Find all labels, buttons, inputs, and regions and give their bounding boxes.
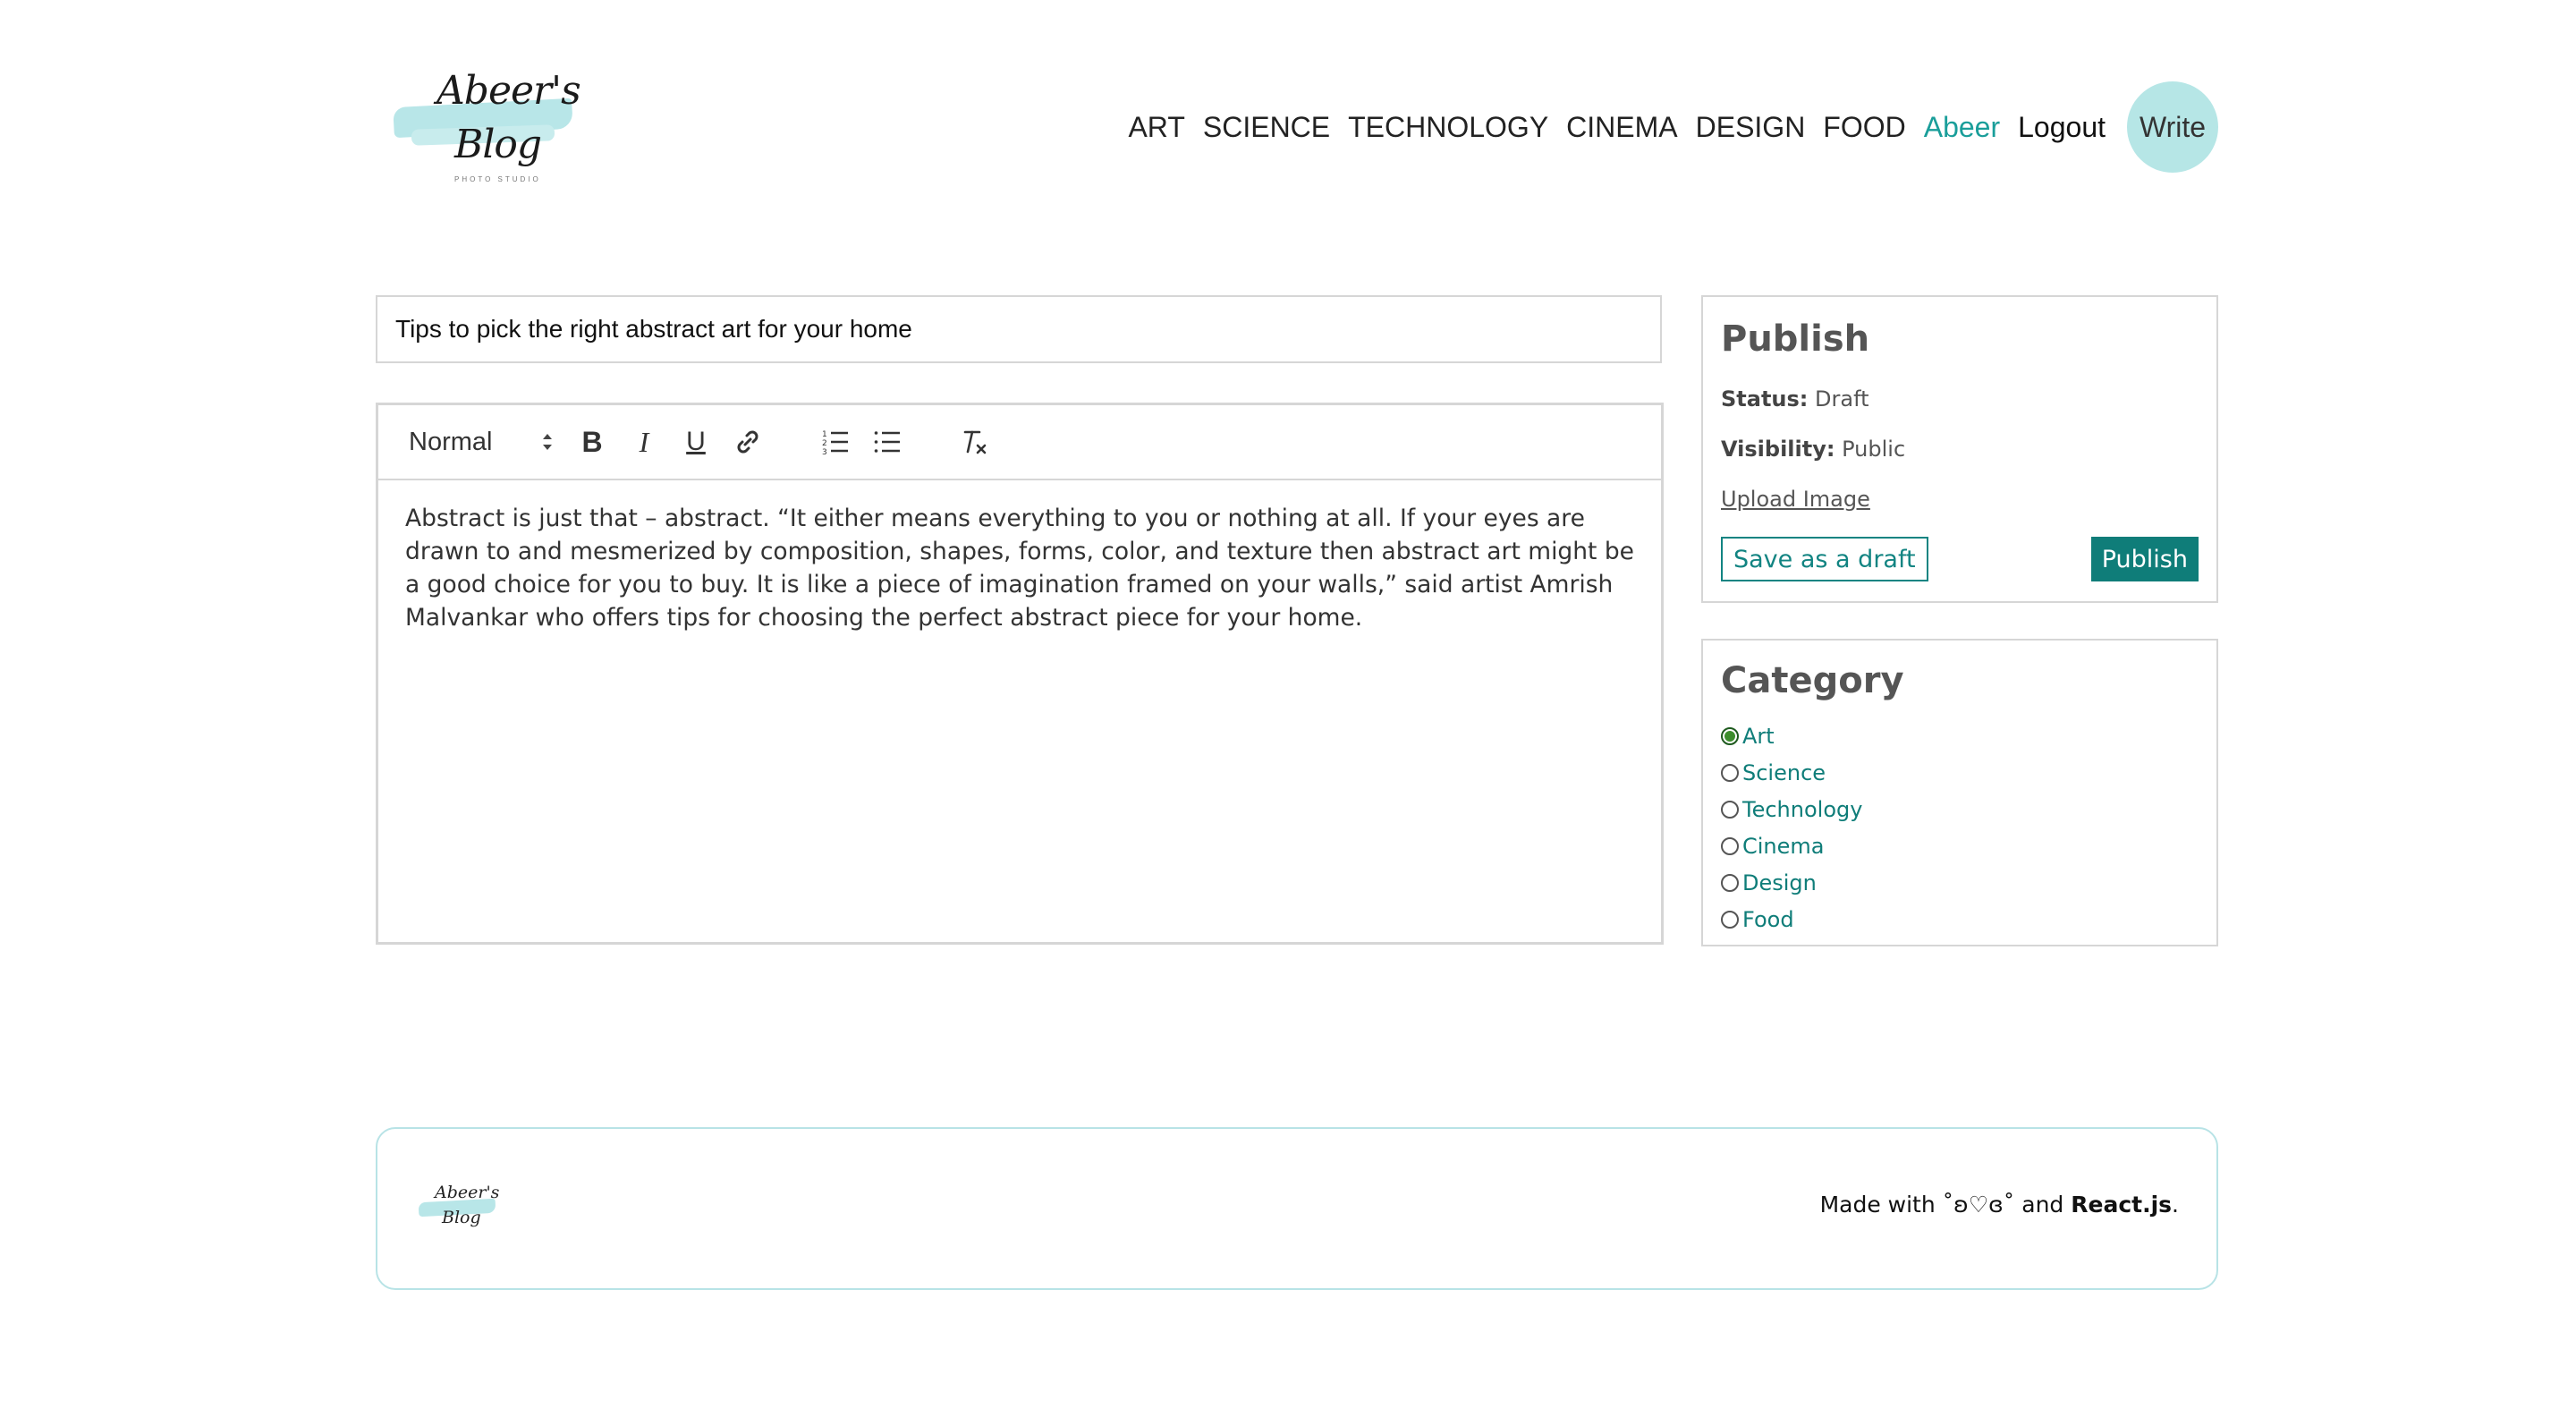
logo-tagline: PHOTO STUDIO <box>454 175 541 183</box>
category-heading: Category <box>1721 660 1904 701</box>
nav-link-science[interactable]: SCIENCE <box>1203 111 1330 144</box>
status-line: Status: Draft <box>1721 386 1869 412</box>
blog-logo[interactable]: Abeer's Blog PHOTO STUDIO <box>385 63 581 197</box>
category-label: Food <box>1742 906 1794 932</box>
nav-link-design[interactable]: DESIGN <box>1696 111 1806 144</box>
category-list: Art Science Technology Cinema Design Foo… <box>1721 717 1862 938</box>
visibility-label: Visibility: <box>1721 437 1835 462</box>
nav-link-cinema[interactable]: CINEMA <box>1566 111 1677 144</box>
category-label: Technology <box>1742 796 1863 822</box>
editor-toolbar: Normal B I U 1 2 3 <box>378 405 1661 480</box>
category-option-science[interactable]: Science <box>1721 754 1862 791</box>
bold-icon[interactable]: B <box>566 420 618 464</box>
clear-format-icon[interactable] <box>949 420 1001 464</box>
publish-heading: Publish <box>1721 318 1870 360</box>
and-text: and <box>2021 1192 2064 1218</box>
svg-text:2: 2 <box>822 439 827 448</box>
category-option-art[interactable]: Art <box>1721 717 1862 754</box>
footer-logo: Abeer's Blog <box>418 1181 500 1243</box>
post-title-input[interactable] <box>376 295 1662 363</box>
bullet-list-icon[interactable] <box>861 420 913 464</box>
react-text: React.js <box>2071 1192 2173 1218</box>
italic-icon[interactable]: I <box>618 420 670 464</box>
footer-period: . <box>2172 1192 2179 1218</box>
category-label: Design <box>1742 870 1817 895</box>
nav-user-link[interactable]: Abeer <box>1924 111 2000 144</box>
radio-button[interactable] <box>1721 763 1739 782</box>
radio-button[interactable] <box>1721 910 1739 929</box>
radio-button[interactable] <box>1721 836 1739 855</box>
category-option-food[interactable]: Food <box>1721 901 1862 938</box>
status-label: Status: <box>1721 386 1809 412</box>
footer: Abeer's Blog Made with ˚ʚ♡ɞ˚ and React.j… <box>376 1127 2218 1290</box>
category-option-technology[interactable]: Technology <box>1721 791 1862 827</box>
underline-icon[interactable]: U <box>670 420 722 464</box>
logo-text-line2: Blog <box>454 122 542 167</box>
category-panel: Category Art Science Technology Cinema D… <box>1701 639 2218 946</box>
navbar: Abeer's Blog PHOTO STUDIO ART SCIENCE TE… <box>376 63 2218 197</box>
footer-credit: Made with ˚ʚ♡ɞ˚ and React.js. <box>1820 1192 2179 1218</box>
format-select[interactable]: Normal <box>409 428 566 457</box>
select-arrows-icon <box>541 432 554 452</box>
nav-link-technology[interactable]: TECHNOLOGY <box>1348 111 1548 144</box>
made-with-text: Made with <box>1819 1192 1936 1218</box>
status-value: Draft <box>1815 386 1869 412</box>
editor-content[interactable]: Abstract is just that – abstract. “It ei… <box>378 480 1661 656</box>
category-label: Art <box>1742 723 1775 749</box>
heart-emoticon: ˚ʚ♡ɞ˚ <box>1942 1192 2015 1218</box>
radio-button[interactable] <box>1721 800 1739 819</box>
footer-logo-line2: Blog <box>442 1208 481 1227</box>
visibility-value: Public <box>1842 437 1906 462</box>
logo-text-line1: Abeer's <box>436 68 581 114</box>
format-select-value: Normal <box>409 427 493 456</box>
link-icon[interactable] <box>722 420 774 464</box>
upload-image-link[interactable]: Upload Image <box>1721 487 1870 512</box>
nav-link-food[interactable]: FOOD <box>1823 111 1905 144</box>
rich-text-editor: Normal B I U 1 2 3 Abstract is just that… <box>376 403 1664 945</box>
footer-logo-line1: Abeer's <box>435 1183 500 1202</box>
save-draft-button[interactable]: Save as a draft <box>1721 537 1928 581</box>
publish-button[interactable]: Publish <box>2090 537 2199 581</box>
category-label: Cinema <box>1742 833 1825 859</box>
radio-button-checked[interactable] <box>1721 726 1739 745</box>
category-option-cinema[interactable]: Cinema <box>1721 827 1862 864</box>
logout-link[interactable]: Logout <box>2018 111 2106 144</box>
ordered-list-icon[interactable]: 1 2 3 <box>809 420 861 464</box>
visibility-line: Visibility: Public <box>1721 437 1905 462</box>
svg-text:1: 1 <box>822 430 827 439</box>
category-label: Science <box>1742 759 1826 785</box>
write-button[interactable]: Write <box>2127 81 2218 173</box>
nav-link-art[interactable]: ART <box>1128 111 1184 144</box>
publish-panel: Publish Status: Draft Visibility: Public… <box>1701 295 2218 603</box>
radio-button[interactable] <box>1721 873 1739 892</box>
svg-text:3: 3 <box>822 448 827 455</box>
category-option-design[interactable]: Design <box>1721 864 1862 901</box>
nav-links: ART SCIENCE TECHNOLOGY CINEMA DESIGN FOO… <box>1128 81 2218 173</box>
